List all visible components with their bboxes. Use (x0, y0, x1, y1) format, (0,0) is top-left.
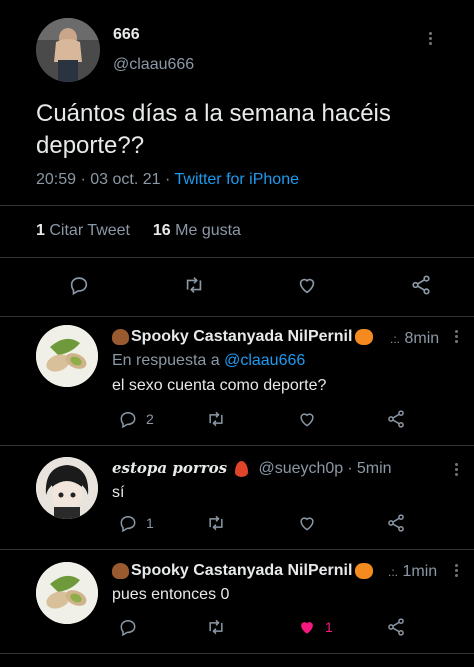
reply-button[interactable] (68, 274, 90, 296)
avatar[interactable] (36, 562, 98, 624)
retweet-button[interactable] (205, 409, 227, 429)
quote-count[interactable]: 1 (36, 222, 45, 239)
ellipsis: .:. (388, 565, 399, 579)
retweet-button[interactable] (205, 513, 227, 533)
chestnut-emoji (112, 328, 129, 345)
like-button[interactable] (297, 409, 317, 429)
reply-count: 2 (146, 411, 154, 427)
retweet-icon (209, 515, 223, 531)
like-icon (300, 517, 314, 531)
reply-button[interactable]: 2 (118, 409, 154, 429)
divider (0, 205, 474, 206)
pumpkin-emoji (355, 328, 374, 345)
reply-icon (120, 515, 136, 533)
divider (0, 445, 474, 446)
share-icon (412, 275, 430, 295)
avatar[interactable] (36, 457, 98, 519)
like-icon (300, 413, 314, 427)
reply-icon (120, 411, 136, 429)
avatar-photo (36, 18, 100, 82)
more-icon[interactable] (425, 30, 435, 47)
quote-label[interactable]: Citar Tweet (49, 222, 130, 239)
reply-text: pues entonces 0 (112, 586, 230, 603)
retweet-button[interactable] (182, 274, 206, 296)
author-handle[interactable]: @claau666 (113, 56, 194, 74)
tweet-text: Cuántos días a la semana hacéis deporte?… (36, 100, 391, 159)
share-button[interactable] (386, 409, 406, 429)
like-button[interactable] (297, 513, 317, 533)
divider (0, 257, 474, 258)
tweet-stats: 1 Citar Tweet 16 Me gusta (36, 222, 241, 240)
reply-time: 5min (356, 460, 392, 477)
like-button[interactable] (296, 274, 318, 296)
ellipsis: .:. (390, 332, 401, 346)
avatar[interactable] (36, 18, 100, 82)
tweet-time: 20:59 (36, 171, 77, 188)
divider (0, 653, 474, 654)
share-button[interactable] (386, 513, 406, 533)
reply-text: sí (112, 484, 125, 501)
share-icon (388, 514, 404, 532)
pumpkin-emoji (355, 562, 374, 579)
retweet-icon (209, 619, 223, 635)
share-icon (388, 618, 404, 636)
reply-time: 1min (402, 563, 438, 580)
author-line: Spooky Castanyada NilPernil (112, 328, 374, 346)
author-name[interactable]: Spooky Castanyada NilPernil (131, 562, 352, 579)
pistachio-avatar (36, 562, 98, 624)
like-icon-filled (301, 622, 313, 634)
like-count: 1 (325, 619, 333, 635)
more-icon[interactable] (451, 328, 461, 345)
divider (0, 316, 474, 317)
retweet-button[interactable] (205, 617, 227, 637)
tweet-source[interactable]: Twitter for iPhone (175, 171, 300, 188)
reply-time: 8min (404, 330, 440, 347)
tweet-date: 03 oct. 21 (90, 171, 161, 188)
share-icon (388, 410, 404, 428)
author-line: Spooky Castanyada NilPernil (112, 562, 374, 580)
like-icon (299, 278, 315, 294)
author-name[interactable]: estopa porros (112, 459, 227, 477)
retweet-icon (186, 277, 202, 293)
reply-to-handle[interactable]: @claau666 (224, 352, 305, 369)
reply-button[interactable] (118, 617, 138, 637)
reply-context: En respuesta a @claau666 (112, 352, 305, 370)
share-button[interactable] (386, 617, 406, 637)
reply-text: el sexo cuenta como deporte? (112, 377, 327, 394)
meta-separator: · (165, 171, 175, 188)
fire-emoji (235, 461, 249, 478)
share-button[interactable] (410, 274, 432, 296)
like-count[interactable]: 16 (153, 222, 171, 239)
time-ago: .:. 1min (388, 563, 437, 581)
author-handle[interactable]: @sueych0p (258, 460, 343, 477)
tweet-meta: 20:59 · 03 oct. 21 · Twitter for iPhone (36, 171, 299, 189)
anime-avatar (36, 457, 98, 519)
avatar[interactable] (36, 325, 98, 387)
pistachio-avatar (36, 325, 98, 387)
like-label[interactable]: Me gusta (175, 222, 241, 239)
reply-icon (70, 277, 88, 296)
divider (0, 549, 474, 550)
reply-button[interactable]: 1 (118, 513, 154, 533)
author-name[interactable]: Spooky Castanyada NilPernil (131, 328, 352, 345)
retweet-icon (209, 411, 223, 427)
chestnut-emoji (112, 562, 129, 579)
author-name[interactable]: 666 (113, 26, 140, 44)
reply-prefix: En respuesta a (112, 352, 220, 369)
meta-separator: · (80, 171, 91, 188)
meta-separator: · (347, 460, 353, 477)
reply-icon (120, 619, 136, 637)
reply-count: 1 (146, 515, 154, 531)
author-line: estopa porros @sueych0p · 5min (112, 459, 392, 478)
time-ago: .:. 8min (390, 330, 439, 348)
more-icon[interactable] (451, 562, 461, 579)
like-button[interactable]: 1 (297, 617, 333, 637)
more-icon[interactable] (451, 461, 461, 478)
